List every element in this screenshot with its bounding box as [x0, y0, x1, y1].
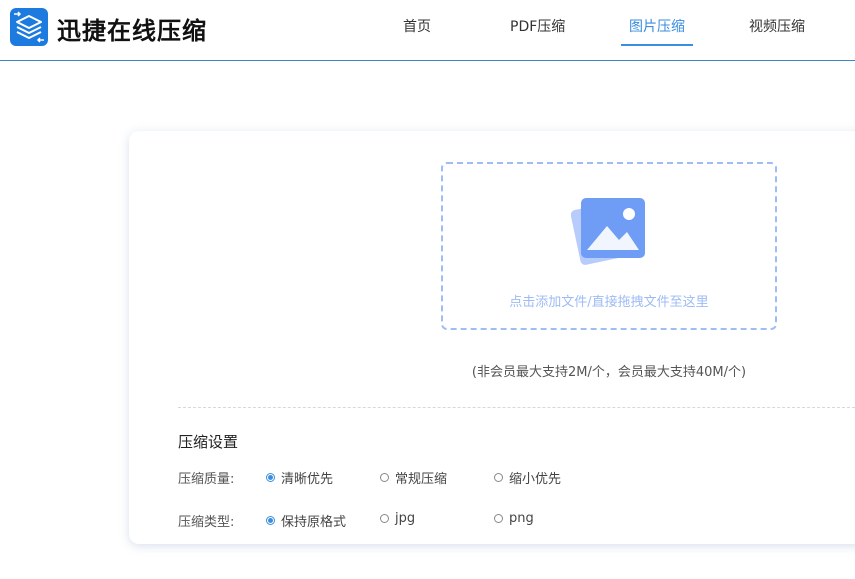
type-option-original[interactable]: 保持原格式 — [266, 511, 346, 530]
nav-home[interactable]: 首页 — [403, 16, 431, 36]
quality-label: 压缩质量: — [178, 472, 235, 487]
type-option-jpg[interactable]: jpg — [380, 511, 415, 526]
quality-option-clarity[interactable]: 清晰优先 — [266, 468, 333, 487]
nav-image-compress[interactable]: 图片压缩 — [629, 16, 685, 36]
type-label: 压缩类型: — [178, 515, 235, 530]
brand-name[interactable]: 迅捷在线压缩 — [57, 11, 207, 46]
radio-unchecked-icon — [380, 514, 389, 523]
type-option-label: 保持原格式 — [281, 515, 347, 530]
radio-checked-icon — [266, 516, 275, 525]
quality-option-label: 常规压缩 — [395, 472, 448, 487]
radio-unchecked-icon — [494, 473, 503, 482]
quality-option-label: 缩小优先 — [509, 472, 562, 487]
nav-pdf-compress[interactable]: PDF压缩 — [510, 16, 565, 36]
section-divider — [178, 407, 855, 408]
upload-hint: 点击添加文件/直接拖拽文件至这里 — [509, 295, 709, 310]
nav-active-indicator — [621, 44, 693, 46]
logo-icon[interactable] — [10, 8, 48, 46]
upload-dropzone[interactable]: 点击添加文件/直接拖拽文件至这里 — [441, 162, 777, 330]
upload-size-limit: (非会员最大支持2M/个，会员最大支持40M/个) — [471, 365, 747, 380]
radio-checked-icon — [266, 473, 275, 482]
nav-video-compress[interactable]: 视频压缩 — [749, 16, 805, 36]
radio-unchecked-icon — [494, 514, 503, 523]
settings-title: 压缩设置 — [178, 433, 239, 451]
quality-option-normal[interactable]: 常规压缩 — [380, 468, 447, 487]
type-option-label: jpg — [395, 511, 416, 526]
type-option-label: png — [509, 511, 534, 526]
image-icon — [571, 198, 645, 265]
radio-unchecked-icon — [380, 473, 389, 482]
top-header: 迅捷在线压缩 首页 PDF压缩 图片压缩 视频压缩 — [0, 0, 855, 61]
type-option-png[interactable]: png — [494, 511, 534, 526]
quality-option-label: 清晰优先 — [281, 472, 334, 487]
quality-option-smaller[interactable]: 缩小优先 — [494, 468, 561, 487]
